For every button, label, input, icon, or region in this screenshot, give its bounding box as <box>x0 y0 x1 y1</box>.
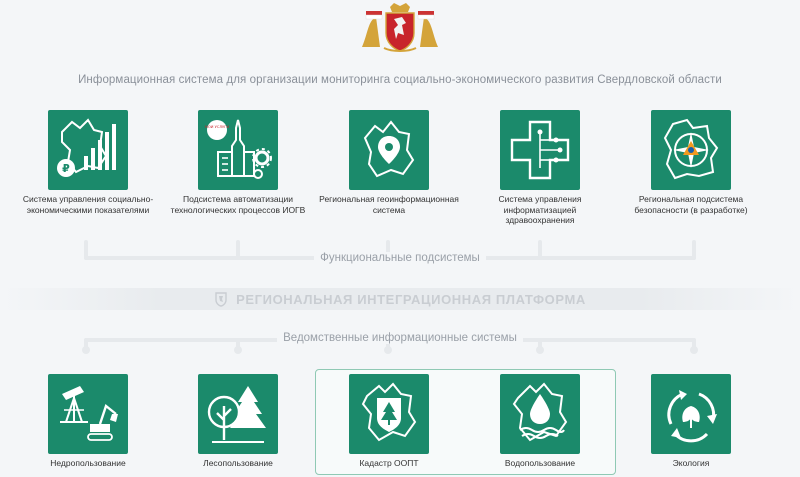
card-subsoil-use[interactable]: Недропользование <box>18 374 158 469</box>
civil-defense-emblem-icon <box>663 118 719 180</box>
card-label: Региональная геоинформационная система <box>319 194 459 215</box>
tile-security[interactable] <box>651 110 731 190</box>
card-label: Недропользование <box>50 458 126 468</box>
tile-geoinformation[interactable] <box>349 110 429 190</box>
tile-subsoil[interactable] <box>48 374 128 454</box>
tile-socio-economic[interactable]: ₽ <box>48 110 128 190</box>
forest-trees-icon <box>207 386 266 443</box>
region-water-drop-icon <box>512 382 568 442</box>
eco-leaves-cycle-icon <box>667 390 717 443</box>
card-label: Лесопользование <box>203 458 273 468</box>
oil-pump-excavator-icon <box>60 386 118 441</box>
card-forestry[interactable]: Лесопользование <box>168 374 308 469</box>
card-label: Подсистема автоматизации технологических… <box>170 194 306 215</box>
svg-text:₽: ₽ <box>62 162 70 175</box>
card-socio-economic-indicators[interactable]: ₽ Система управления социально-экономиче… <box>18 110 158 215</box>
coat-of-arms-logo <box>362 3 438 52</box>
integration-platform-band: РЕГИОНАЛЬНАЯ ИНТЕГРАЦИОННАЯ ПЛАТФОРМА <box>0 288 800 310</box>
card-process-automation[interactable]: МОИ УСЛУГИ Подсистема автоматизации техн… <box>168 110 308 215</box>
region-tree-badge-icon <box>361 382 417 442</box>
tile-healthcare[interactable] <box>500 110 580 190</box>
card-ecology[interactable]: Экология <box>621 374 761 469</box>
card-label: Система управления социально-экономическ… <box>22 194 154 215</box>
tile-process-automation[interactable]: МОИ УСЛУГИ <box>198 110 278 190</box>
card-water-use[interactable]: Водопользование <box>470 374 610 469</box>
card-label: Экология <box>672 458 710 468</box>
platform-title: РЕГИОНАЛЬНАЯ ИНТЕГРАЦИОННАЯ ПЛАТФОРМА <box>236 291 586 307</box>
functional-section-label: Функциональные подсистемы <box>0 252 800 264</box>
medical-cross-circuit-icon <box>510 120 570 180</box>
badge-text: МОИ УСЛУГИ <box>205 125 230 129</box>
page-title: Информационная система для организации м… <box>78 74 722 86</box>
tile-ecology[interactable] <box>651 374 731 454</box>
card-geoinformation-system[interactable]: Региональная геоинформационная система <box>319 110 459 215</box>
card-security-subsystem[interactable]: Региональная подсистема безопасности (в … <box>621 110 761 215</box>
region-chart-ruble-icon: ₽ <box>57 118 116 177</box>
tile-protected-areas[interactable] <box>349 374 429 454</box>
card-protected-areas-cadastre[interactable]: Кадастр ООПТ <box>319 374 459 469</box>
card-label: Региональная подсистема безопасности (в … <box>634 194 748 215</box>
map-pin-icon <box>363 120 415 178</box>
card-label: Кадастр ООПТ <box>359 458 419 468</box>
building-gear-icon: МОИ УСЛУГИ <box>205 119 272 179</box>
card-label: Водопользование <box>504 458 576 468</box>
card-label: Система управления информатизацией здрав… <box>498 194 582 225</box>
tile-water-use[interactable] <box>500 374 580 454</box>
departmental-section-label: Ведомственные информационные системы <box>0 332 800 344</box>
tile-forestry[interactable] <box>198 374 278 454</box>
card-healthcare-informatization[interactable]: Система управления информатизацией здрав… <box>470 110 610 226</box>
platform-emblem-icon <box>215 292 227 307</box>
